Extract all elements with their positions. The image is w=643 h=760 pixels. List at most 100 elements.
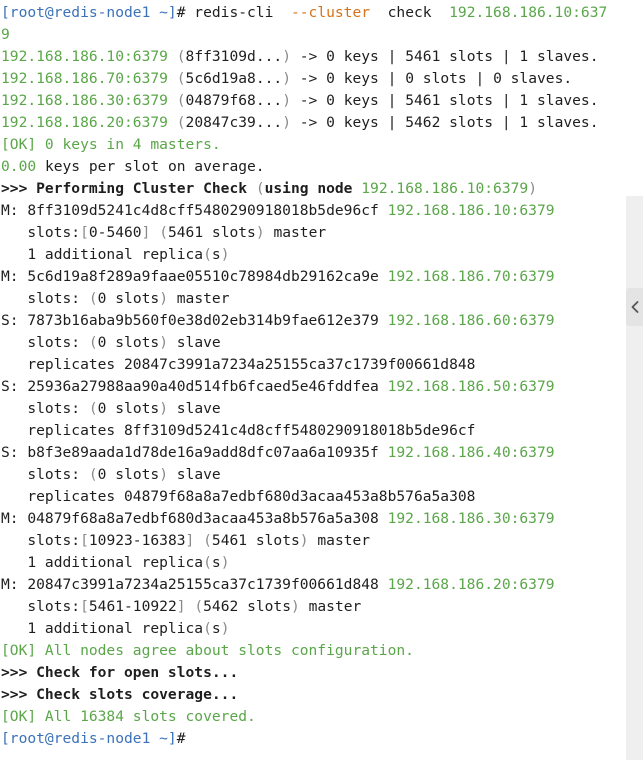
terminal-text-segment: keys per slot on average. (36, 158, 265, 175)
terminal-text-segment: check (370, 4, 450, 21)
terminal-text-segment: ( (176, 48, 186, 65)
terminal-line: 1 additional replica(s) (0, 552, 643, 574)
terminal-text-segment: -> 0 keys | 5462 slots | 1 slaves. (290, 114, 599, 131)
terminal-text-segment: 8ff3109d... (185, 48, 283, 65)
terminal-text-segment: 192.168.186.30:6379 (1, 92, 168, 109)
terminal-text-segment: ) (528, 180, 537, 197)
terminal-text-segment: ( (159, 224, 168, 241)
terminal-text-segment: ( (88, 334, 98, 351)
terminal-text-segment: 9 (1, 26, 10, 43)
terminal-text-segment: ) (299, 532, 309, 549)
terminal-text-segment: 192.168.186.30:6379 (387, 510, 555, 527)
chevron-left-icon (631, 301, 639, 313)
terminal-line: slots: (0 slots) slave (0, 332, 643, 354)
terminal-text-segment: ) (255, 224, 265, 241)
terminal-text-segment: -> 0 keys | 5461 slots | 1 slaves. (290, 92, 599, 109)
terminal-text-segment: ( (176, 70, 186, 87)
terminal-line: S: b8f3e89aada1d78de16a9add8dfc07aa6a109… (0, 442, 643, 464)
terminal-text-segment: ( (255, 180, 265, 197)
terminal-text-segment: # redis-cli (176, 4, 291, 21)
terminal-text-segment: 192.168.186.10:6379 (1, 48, 168, 65)
terminal-text-segment: ( (88, 400, 98, 417)
terminal-text-segment: slots: (1, 334, 89, 351)
terminal-text-segment: master (167, 290, 230, 307)
terminal-text-segment: slots: (1, 532, 81, 549)
terminal-line: slots: (0 slots) slave (0, 464, 643, 486)
terminal-line: M: 5c6d19a8f289a9faae05510c78984db29162c… (0, 266, 643, 288)
terminal-line: [OK] 0 keys in 4 masters. (0, 134, 643, 156)
terminal-line: 1 additional replica(s) (0, 618, 643, 640)
terminal-text-segment: replicates 20847c3991a7234a25155ca37c173… (1, 356, 476, 373)
terminal-line: M: 8ff3109d5241c4d8cff5480290918018b5de9… (0, 200, 643, 222)
terminal-text-segment: ( (203, 620, 212, 637)
terminal-line: [OK] All 16384 slots covered. (0, 706, 643, 728)
terminal-text-segment: S: 7873b16aba9b560f0e38d02eb314b9fae612e… (1, 312, 388, 329)
terminal-text-segment: >>> Performing Cluster Check (1, 180, 256, 197)
terminal-line: 9 (0, 24, 643, 46)
terminal-text-segment: slave (167, 466, 221, 483)
terminal-text-segment: ( (176, 92, 186, 109)
terminal-line: [root@redis-node1 ~]# (0, 728, 643, 750)
terminal-text-segment: ) (159, 400, 168, 417)
terminal-output[interactable]: [root@redis-node1 ~]# redis-cli --cluste… (0, 2, 643, 750)
terminal-text-segment: 5c6d19a8... (185, 70, 283, 87)
terminal-text-segment: 5461 slots (167, 224, 256, 241)
terminal-text-segment: ( (203, 554, 212, 571)
terminal-line: 192.168.186.20:6379 (20847c39...) -> 0 k… (0, 112, 643, 134)
terminal-text-segment: 192.168.186.20:6379 (1, 114, 168, 131)
terminal-text-segment: ) (220, 554, 230, 571)
terminal-line: replicates 04879f68a8a7edbf680d3acaa453a… (0, 486, 643, 508)
terminal-text-segment: S: 25936a27988aa90a40d514fb6fcaed5e46fdd… (1, 378, 388, 395)
terminal-text-segment: master (308, 532, 371, 549)
terminal-line: 192.168.186.10:6379 (8ff3109d...) -> 0 k… (0, 46, 643, 68)
terminal-line: [root@redis-node1 ~]# redis-cli --cluste… (0, 2, 643, 24)
terminal-text-segment: ( (176, 114, 186, 131)
terminal-text-segment: 192.168.186.70:6379 (1, 70, 168, 87)
terminal-text-segment: [ (80, 532, 89, 549)
terminal-line: M: 04879f68a8a7edbf680d3acaa453a8b576a5a… (0, 508, 643, 530)
terminal-line: >>> Check for open slots... (0, 662, 643, 684)
terminal-text-segment: 0-5460 (88, 224, 142, 241)
terminal-line: S: 25936a27988aa90a40d514fb6fcaed5e46fdd… (0, 376, 643, 398)
terminal-text-segment: 20847c39... (185, 114, 283, 131)
terminal-line: S: 7873b16aba9b560f0e38d02eb314b9fae612e… (0, 310, 643, 332)
terminal-text-segment: ) (282, 70, 291, 87)
terminal-text-segment: slots: (1, 400, 89, 417)
terminal-text-segment: [ (80, 598, 89, 615)
collapse-panel-button[interactable] (626, 288, 643, 326)
terminal-text-segment: ) (282, 48, 291, 65)
terminal-line: slots: (0 slots) master (0, 288, 643, 310)
terminal-text-segment: 0.00 (1, 158, 37, 175)
terminal-text-segment: [OK] All 16384 slots covered. (1, 708, 256, 725)
terminal-text-segment: 192.168.186.10:637 (449, 4, 608, 21)
terminal-text-segment: ) (220, 246, 230, 263)
scrollbar-track[interactable] (626, 196, 643, 760)
terminal-text-segment: M: 5c6d19a8f289a9faae05510c78984db29162c… (1, 268, 388, 285)
terminal-text-segment: slave (167, 334, 221, 351)
terminal-text-segment: 04879f68... (185, 92, 283, 109)
terminal-text-segment: 5461-10922 (88, 598, 177, 615)
terminal-text-segment: 192.168.186.50:6379 (387, 378, 555, 395)
terminal-text-segment: [OK] 0 keys in 4 masters. (1, 136, 221, 153)
terminal-text-segment: >>> Check for open slots... (1, 664, 239, 681)
terminal-text-segment: 192.168.186.40:6379 (387, 444, 555, 461)
terminal-text-segment: s (211, 620, 221, 637)
terminal-text-segment: 192.168.186.20:6379 (387, 576, 555, 593)
terminal-text-segment: >>> Check slots coverage... (1, 686, 239, 703)
terminal-text-segment: -> 0 keys | 0 slots | 0 slaves. (290, 70, 573, 87)
terminal-text-segment: ) (159, 466, 168, 483)
terminal-text-segment: 192.168.186.10:6379 (387, 202, 555, 219)
terminal-text-segment: ( (203, 246, 212, 263)
terminal-line: [OK] All nodes agree about slots configu… (0, 640, 643, 662)
terminal-text-segment: 0 slots (97, 466, 160, 483)
terminal-text-segment: replicates 8ff3109d5241c4d8cff5480290918… (1, 422, 476, 439)
terminal-text-segment: ( (88, 290, 98, 307)
terminal-text-segment: slots: (1, 466, 89, 483)
terminal-text-segment: slots: (1, 290, 89, 307)
terminal-text-segment: 192.168.186.10:6379 (361, 180, 529, 197)
terminal-line: 1 additional replica(s) (0, 244, 643, 266)
